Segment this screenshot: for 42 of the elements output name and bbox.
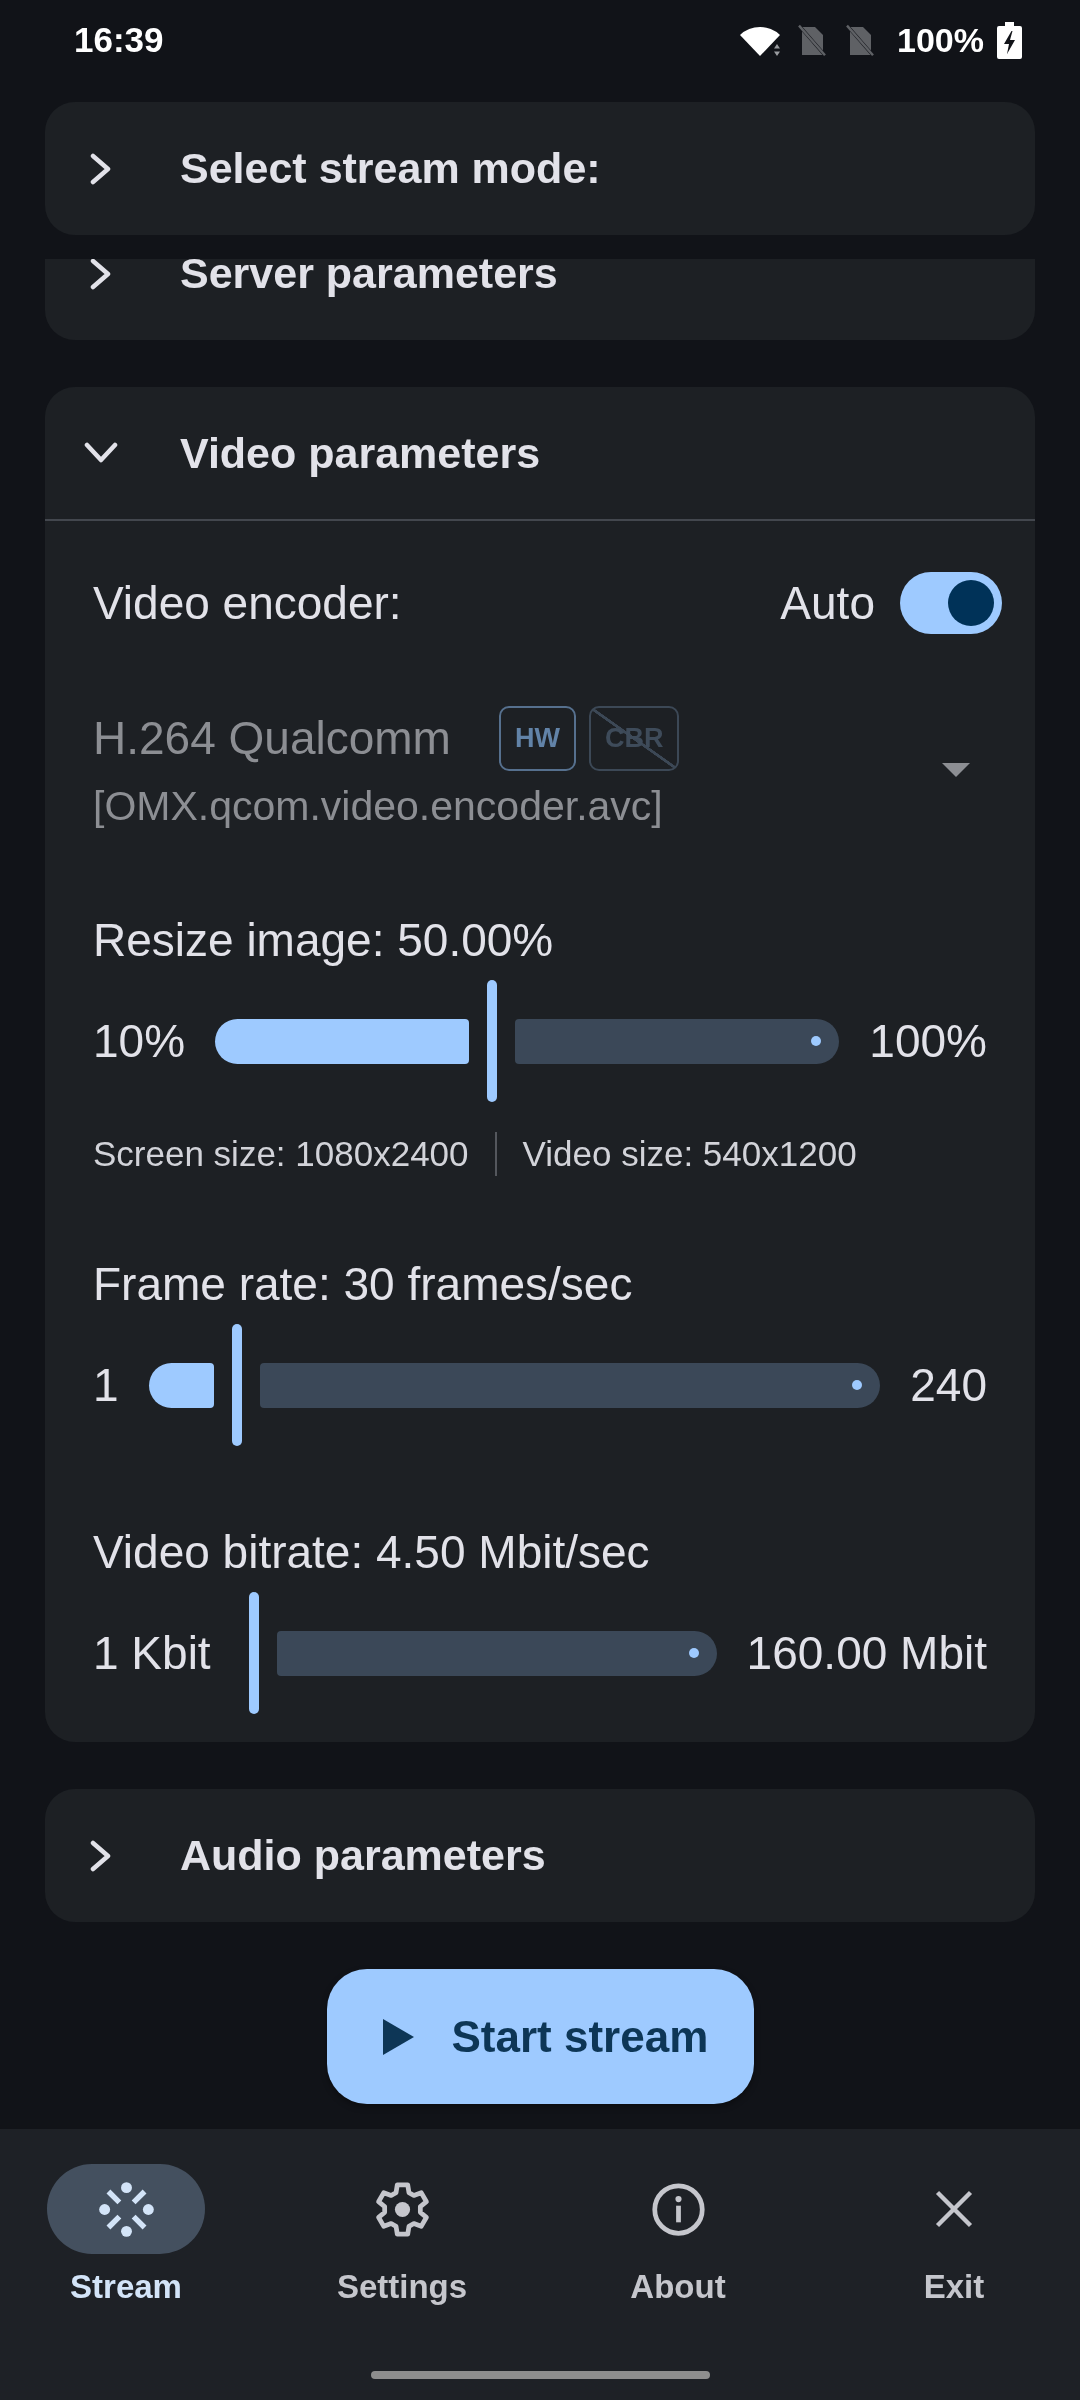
section-header[interactable]: Select stream mode:	[45, 102, 1035, 235]
settings-icon	[373, 2180, 431, 2238]
encoder-codec: [OMX.qcom.video.encoder.avc]	[93, 782, 663, 831]
auto-label: Auto	[780, 576, 875, 630]
slider-max-label: 100%	[869, 1014, 987, 1068]
slider-max-label: 240	[910, 1358, 987, 1412]
section-header[interactable]: Video parameters	[45, 387, 1035, 519]
encoder-name: H.264 Qualcomm	[93, 711, 451, 765]
slider-label: Frame rate: 30 frames/sec	[93, 1257, 633, 1312]
nav-item[interactable]: Settings	[323, 2164, 481, 2309]
slider-track[interactable]	[215, 980, 840, 1102]
info-icon	[649, 2180, 707, 2238]
slider-track[interactable]	[148, 1324, 881, 1446]
clock-time: 16:39	[74, 20, 164, 60]
feature-badge: HW	[498, 705, 576, 771]
section-header[interactable]: Audio parameters	[45, 1789, 1035, 1922]
dropdown-triangle-icon[interactable]	[942, 762, 970, 777]
slider-label: Video bitrate: 4.50 Mbit/sec	[93, 1525, 650, 1580]
slider-min-label: 1 Kbit	[93, 1626, 211, 1680]
dot-icon	[688, 1648, 699, 1658]
no-sim-icon	[797, 23, 828, 57]
slider-label: Resize image: 50.00%	[93, 913, 554, 968]
battery-percentage: 100%	[897, 20, 984, 60]
slider-fill	[148, 1362, 215, 1408]
dot-icon	[852, 1380, 863, 1390]
start-stream-button[interactable]: Start stream	[326, 1969, 754, 2104]
slider-min-label: 10%	[93, 1014, 186, 1068]
slider-max-label: 160.00 Mbit	[746, 1626, 987, 1680]
nav-item[interactable]: About	[599, 2164, 757, 2309]
encoder-label: Video encoder:	[93, 576, 402, 630]
no-sim-icon	[845, 23, 876, 57]
size-info-text: Video size: 540x1200	[522, 1134, 857, 1174]
dot-icon	[811, 1036, 822, 1046]
nav-item[interactable]: Stream	[47, 2164, 205, 2309]
slider-min-label: 1	[93, 1358, 119, 1412]
battery-charging-icon	[997, 21, 1022, 59]
slider-thumb[interactable]	[248, 1592, 259, 1714]
play-icon	[382, 2018, 414, 2055]
size-info-text: Screen size: 1080x2400	[93, 1134, 469, 1174]
nav-item[interactable]: Exit	[875, 2164, 1033, 2309]
slider-thumb[interactable]	[232, 1324, 243, 1446]
slider-thumb[interactable]	[487, 980, 498, 1102]
